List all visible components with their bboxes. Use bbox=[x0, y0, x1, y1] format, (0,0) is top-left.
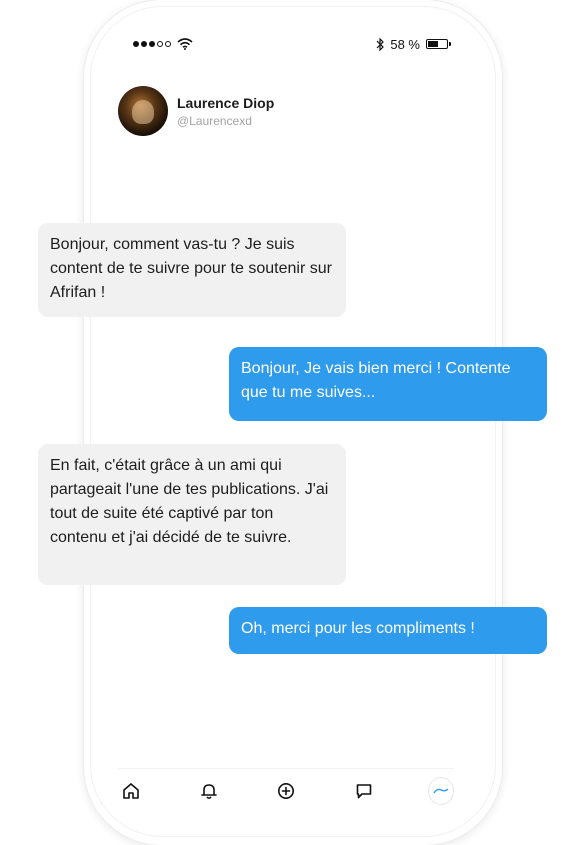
page: 58 % Laurence Diop @Laurencexd Bonjour, … bbox=[0, 0, 584, 845]
profile-logo-icon bbox=[433, 788, 449, 794]
chat-icon bbox=[356, 784, 371, 799]
nav-profile[interactable] bbox=[428, 777, 454, 805]
nav-create[interactable] bbox=[273, 778, 299, 804]
bell-icon bbox=[200, 784, 217, 800]
contact-name[interactable]: Laurence Diop bbox=[177, 95, 274, 111]
nav-home[interactable] bbox=[118, 778, 144, 804]
bottom-nav bbox=[118, 768, 454, 813]
chat-header: Laurence Diop @Laurencexd bbox=[118, 86, 274, 136]
status-bar: 58 % bbox=[133, 34, 451, 54]
status-right: 58 % bbox=[376, 36, 451, 52]
add-circle-icon bbox=[278, 783, 294, 799]
message-bubble-outgoing: Bonjour, Je vais bien merci ! Contente q… bbox=[229, 347, 547, 421]
signal-icon bbox=[133, 41, 171, 47]
nav-messages[interactable] bbox=[351, 778, 377, 804]
contact-avatar[interactable] bbox=[118, 86, 168, 136]
home-icon bbox=[123, 783, 139, 799]
battery-percentage: 58 % bbox=[390, 36, 420, 52]
message-bubble-incoming: Bonjour, comment vas-tu ? Je suis conten… bbox=[38, 223, 346, 317]
message-bubble-incoming: En fait, c'était grâce à un ami qui part… bbox=[38, 444, 346, 585]
message-bubble-outgoing: Oh, merci pour les compliments ! bbox=[229, 607, 547, 654]
battery-icon bbox=[426, 39, 451, 49]
contact-handle: @Laurencexd bbox=[177, 113, 252, 128]
status-left bbox=[133, 38, 193, 50]
nav-notifications[interactable] bbox=[196, 778, 222, 804]
contact-info: Laurence Diop @Laurencexd bbox=[177, 95, 274, 128]
wifi-icon bbox=[177, 38, 193, 50]
battery-fill bbox=[428, 41, 439, 47]
bluetooth-icon bbox=[376, 37, 385, 51]
profile-avatar bbox=[428, 777, 454, 805]
